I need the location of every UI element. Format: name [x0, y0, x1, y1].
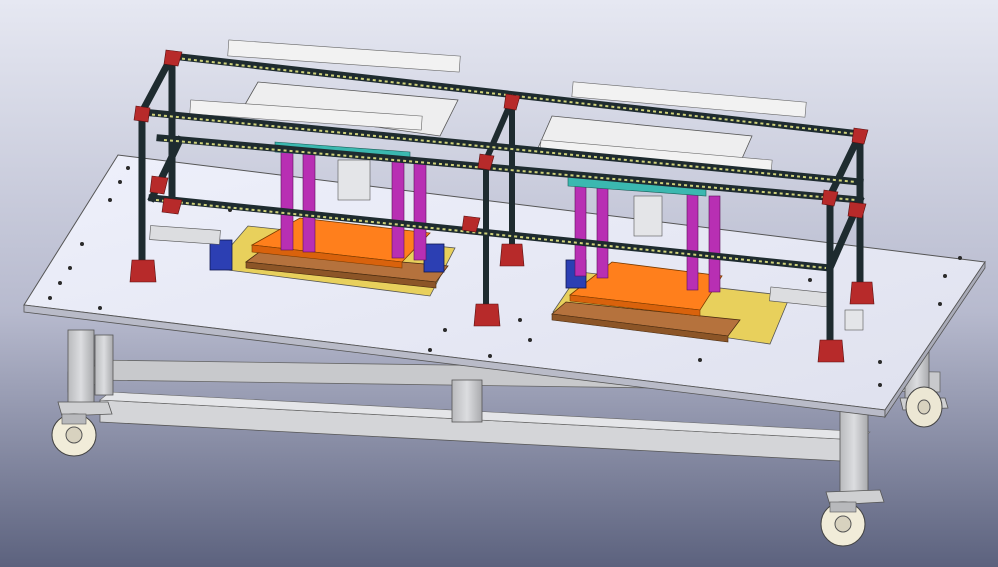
- caster-wheel-icon: [51, 413, 97, 457]
- cad-viewport[interactable]: [0, 0, 998, 567]
- leg-back-left: [94, 334, 114, 396]
- leg-front-left: [67, 329, 95, 407]
- guide-column: [280, 151, 294, 251]
- leg-front-right: [839, 409, 869, 501]
- caster-wheel-icon: [820, 501, 866, 547]
- motor: [209, 239, 233, 271]
- assembly-render: [0, 0, 998, 567]
- guide-column: [574, 185, 587, 277]
- caster-wheel-icon: [905, 386, 943, 428]
